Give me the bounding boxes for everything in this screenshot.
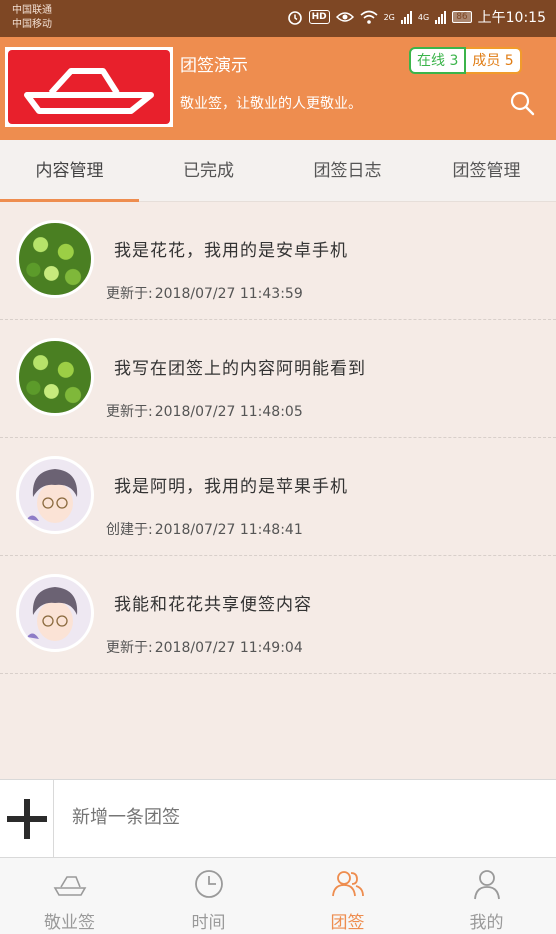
wifi-icon [360,10,378,24]
alarm-icon [287,11,302,25]
nav-label: 我的 [469,913,504,933]
add-note-bar [0,779,556,858]
nav-mine[interactable]: 我的 [417,858,556,934]
nav-jingyeqian[interactable]: 敬业签 [0,858,139,934]
list-item[interactable]: 我是阿明，我用的是苹果手机 创建于: 2018/07/27 11:48:41 [0,438,556,556]
battery-icon: 86 [452,11,472,23]
tab-content-manage[interactable]: 内容管理 [0,140,139,202]
status-bar: 中国联通 中国移动 HD 2G 4G 86 上午10:15 [0,0,556,37]
search-icon [510,91,535,116]
member-badges: 在线 3 成员 5 [409,47,522,74]
date-label: 更新于: [106,404,153,420]
group-name: 团签演示 [180,56,248,76]
date-label: 更新于: [106,286,153,302]
note-list: 我是花花，我用的是安卓手机 更新于: 2018/07/27 11:43:59 我写… [0,202,556,674]
list-item[interactable]: 我能和花花共享便签内容 更新于: 2018/07/27 11:49:04 [0,556,556,674]
group-logo[interactable] [5,47,173,127]
note-text: 我是阿明，我用的是苹果手机 [114,477,348,497]
signal-icon [400,10,412,24]
plus-icon [6,798,47,839]
eye-icon [335,12,354,22]
cloud-logo-icon [53,876,86,896]
bottom-nav: 敬业签 时间 团签 我的 [0,858,556,934]
note-text: 我写在团签上的内容阿明能看到 [114,359,366,379]
online-count-badge[interactable]: 在线 3 [409,47,467,74]
note-text: 我能和花花共享便签内容 [114,595,312,615]
nav-label: 敬业签 [44,913,95,933]
tab-group-manage[interactable]: 团签管理 [417,140,556,201]
net-4g-label: 4G [417,12,430,22]
avatar [16,456,94,534]
net-2g-label: 2G [383,12,395,22]
tab-group-log[interactable]: 团签日志 [278,140,417,201]
person-icon [473,870,500,900]
tab-bar: 内容管理 已完成 团签日志 团签管理 [0,140,556,202]
member-count-badge[interactable]: 成员 5 [466,47,522,74]
note-date: 更新于: 2018/07/27 11:48:05 [106,401,303,421]
note-text: 我是花花，我用的是安卓手机 [114,241,348,261]
add-note-input[interactable] [72,807,532,828]
note-date: 更新于: 2018/07/27 11:49:04 [106,637,303,657]
date-value: 2018/07/27 11:49:04 [154,640,303,656]
clock-icon [194,870,223,898]
status-icons: HD 2G 4G 86 上午10:15 [287,7,546,27]
carrier-info: 中国联通 中国移动 [12,4,52,32]
group-slogan: 敬业签，让敬业的人更敬业。 [180,96,362,112]
carrier-2: 中国移动 [12,19,52,30]
nav-label: 时间 [191,913,226,933]
group-icon [331,871,364,897]
date-label: 更新于: [106,640,153,656]
avatar [16,574,94,652]
carrier-1: 中国联通 [12,5,52,16]
date-value: 2018/07/27 11:43:59 [154,286,303,302]
note-date: 创建于: 2018/07/27 11:48:41 [106,519,303,539]
avatar [16,338,94,416]
date-value: 2018/07/27 11:48:05 [154,404,303,420]
logo-boat-icon [8,50,170,124]
hd-icon: HD [308,10,330,24]
note-date: 更新于: 2018/07/27 11:43:59 [106,283,303,303]
search-button[interactable] [508,89,536,117]
clock-time: 上午10:15 [477,10,546,26]
avatar [16,220,94,298]
nav-time[interactable]: 时间 [139,858,278,934]
date-value: 2018/07/27 11:48:41 [154,522,303,538]
date-label: 创建于: [106,522,153,538]
group-header: 团签演示 敬业签，让敬业的人更敬业。 在线 3 成员 5 [0,37,556,140]
list-item[interactable]: 我是花花，我用的是安卓手机 更新于: 2018/07/27 11:43:59 [0,202,556,320]
nav-label: 团签 [330,913,365,933]
tab-completed[interactable]: 已完成 [139,140,278,201]
list-item[interactable]: 我写在团签上的内容阿明能看到 更新于: 2018/07/27 11:48:05 [0,320,556,438]
signal-icon-2 [435,10,447,24]
add-note-button[interactable] [0,780,54,857]
nav-group[interactable]: 团签 [278,858,417,934]
